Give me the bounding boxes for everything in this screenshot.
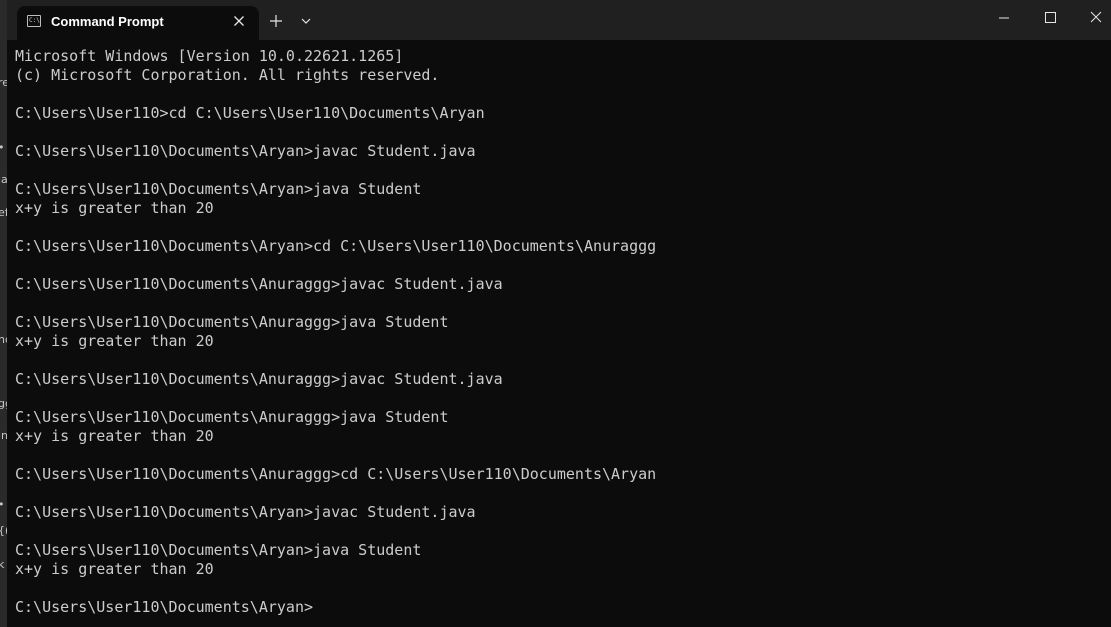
console-line: C:\Users\User110\Documents\Aryan> bbox=[15, 598, 314, 616]
console-output[interactable]: Microsoft Windows [Version 10.0.22621.12… bbox=[15, 47, 1105, 625]
console-line: C:\Users\User110\Documents\Aryan>java St… bbox=[15, 180, 422, 198]
tab-command-prompt[interactable]: C:\ Command Prompt bbox=[17, 6, 259, 40]
console-line: C:\Users\User110\Documents\Aryan>cd C:\U… bbox=[15, 237, 657, 255]
console-line: C:\Users\User110>cd C:\Users\User110\Doc… bbox=[15, 104, 485, 122]
terminal-window: C:\ Command Prompt Microsoft Windows [Ve… bbox=[7, 0, 1111, 627]
console-line: x+y is greater than 20 bbox=[15, 560, 214, 578]
minimize-icon[interactable] bbox=[981, 0, 1027, 36]
chevron-down-icon[interactable] bbox=[294, 9, 318, 33]
console-line: C:\Users\User110\Documents\Aryan>java St… bbox=[15, 541, 422, 559]
terminal-icon: C:\ bbox=[27, 15, 41, 27]
plus-icon[interactable] bbox=[264, 9, 288, 33]
screen: re • ia ef nd gg in • {( k C:\ Command P… bbox=[0, 0, 1111, 627]
console-line: C:\Users\User110\Documents\Aryan>javac S… bbox=[15, 503, 476, 521]
close-icon[interactable] bbox=[1073, 0, 1111, 36]
console-line: x+y is greater than 20 bbox=[15, 199, 214, 217]
close-icon[interactable] bbox=[229, 11, 249, 31]
title-bar[interactable]: C:\ Command Prompt bbox=[7, 0, 1111, 40]
maximize-icon[interactable] bbox=[1027, 0, 1073, 36]
console-line: x+y is greater than 20 bbox=[15, 332, 214, 350]
console-line: C:\Users\User110\Documents\Anuraggg>java… bbox=[15, 275, 503, 293]
console-line: Microsoft Windows [Version 10.0.22621.12… bbox=[15, 47, 404, 65]
tab-title: Command Prompt bbox=[51, 14, 164, 29]
console-line: x+y is greater than 20 bbox=[15, 427, 214, 445]
console-line: C:\Users\User110\Documents\Anuraggg>java… bbox=[15, 313, 449, 331]
console-line: C:\Users\User110\Documents\Anuraggg>java… bbox=[15, 408, 449, 426]
console-line: (c) Microsoft Corporation. All rights re… bbox=[15, 66, 440, 84]
console-line: C:\Users\User110\Documents\Anuraggg>java… bbox=[15, 370, 503, 388]
console-line: C:\Users\User110\Documents\Aryan>javac S… bbox=[15, 142, 476, 160]
console-line: C:\Users\User110\Documents\Anuraggg>cd C… bbox=[15, 465, 657, 483]
